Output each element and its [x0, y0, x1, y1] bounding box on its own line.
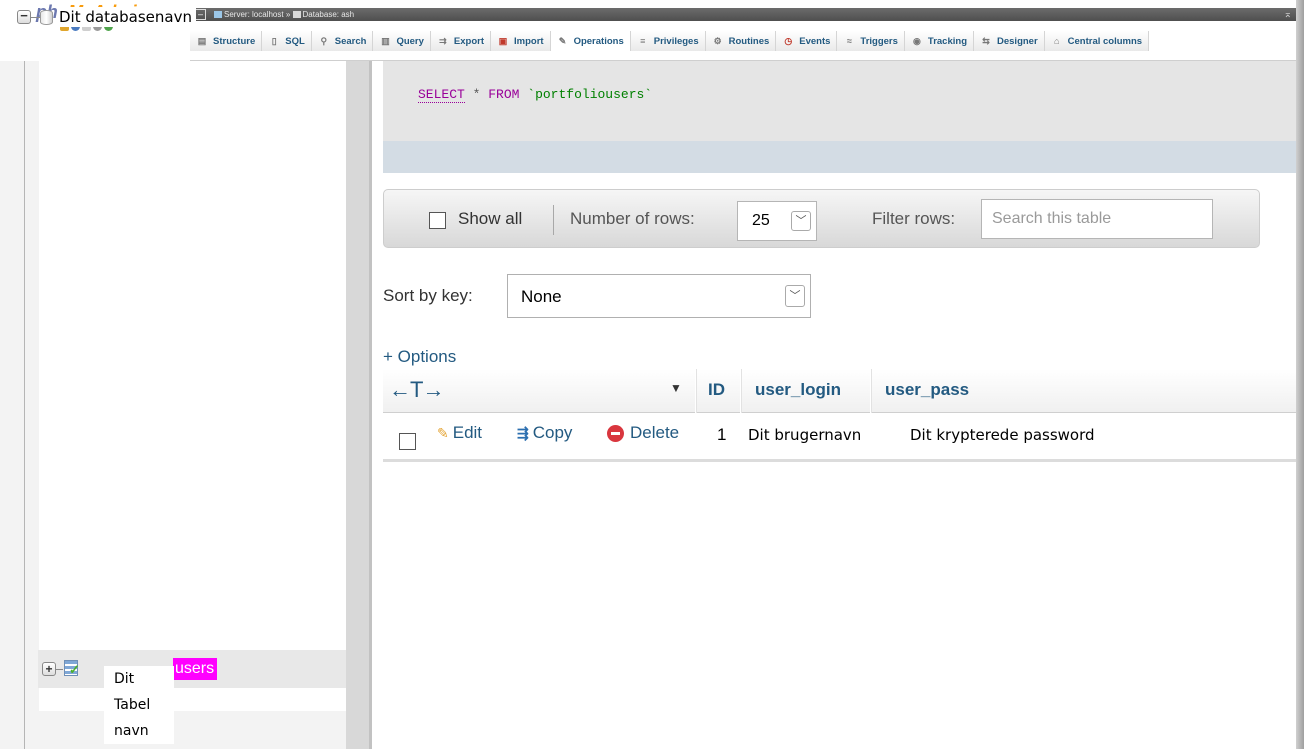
- tab-privileges[interactable]: ≡ Privileges: [630, 31, 706, 51]
- top-bar: – Server: localhost » Database: ash ⌅: [190, 8, 1296, 21]
- collapse-icon[interactable]: −: [17, 9, 31, 24]
- sort-by-key-select[interactable]: None ﹀: [507, 274, 811, 318]
- query-icon: ▥: [381, 36, 390, 46]
- show-all-label[interactable]: Show all: [458, 209, 522, 229]
- breadcrumb-server[interactable]: Server: localhost: [224, 10, 284, 19]
- tab-central-columns[interactable]: ⌂ Central columns: [1044, 31, 1150, 51]
- designer-icon: ⇆: [982, 36, 990, 46]
- column-header-user-login[interactable]: user_login: [755, 380, 841, 400]
- sort-toggle-icon[interactable]: ▼: [670, 381, 682, 395]
- tree-connector: [56, 669, 63, 670]
- tree-connector: [31, 16, 40, 18]
- triggers-icon: ≈: [846, 36, 852, 46]
- table-icon[interactable]: ✓: [64, 660, 80, 676]
- tab-import[interactable]: ▣ Import: [491, 31, 551, 51]
- sql-query-actions: [383, 141, 1296, 173]
- structure-icon: ▤: [197, 36, 207, 46]
- sql-icon: ▯: [271, 36, 277, 46]
- window-top-edge: [190, 0, 1296, 8]
- privileges-icon: ≡: [640, 36, 646, 46]
- table-tree-item[interactable]: + ✓ users: [38, 650, 346, 688]
- cell-user-pass: Dit krypterede password: [910, 426, 1095, 444]
- column-header-id[interactable]: ID: [708, 380, 725, 400]
- database-icon: [292, 11, 301, 18]
- filter-rows-input[interactable]: [981, 199, 1213, 239]
- delete-link[interactable]: Delete: [607, 423, 679, 443]
- main-content: SELECT * FROM `portfoliousers` Show all …: [383, 61, 1296, 749]
- rows-select[interactable]: 25 ﹀: [737, 201, 817, 241]
- menu-bar: ▤ Structure ▯ SQL ⚲ Search ▥ Query ⇉ Export ▣…: [190, 21, 1296, 61]
- sql-query-box: SELECT * FROM `portfoliousers`: [383, 61, 1296, 141]
- results-navigation-bar: Show all Number of rows: 25 ﹀ Filter row…: [383, 189, 1260, 248]
- column-arrows[interactable]: ←T→: [389, 377, 444, 403]
- navigation-panel: [0, 61, 372, 749]
- central-columns-icon: ⌂: [1053, 36, 1060, 46]
- sql-table: `portfoliousers`: [527, 87, 653, 102]
- nav-resizer-edge: [369, 61, 372, 749]
- rows-value: 25: [752, 212, 770, 229]
- operations-icon: ✎: [558, 36, 567, 46]
- window-right-edge: [1296, 0, 1304, 749]
- import-icon: ▣: [498, 36, 508, 46]
- breadcrumb-database[interactable]: Database: ash: [303, 10, 355, 19]
- database-tree-item[interactable]: − Dit databasenavn: [17, 5, 196, 29]
- tab-tracking[interactable]: ◉ Tracking: [904, 31, 974, 51]
- tab-events[interactable]: ◷ Events: [776, 31, 838, 51]
- routines-icon: ⚙: [713, 36, 722, 46]
- table-row: ✎ Edit ⇶ Copy Delete 1 Dit brugernavn Dit …: [383, 413, 1296, 462]
- tab-designer[interactable]: ⇆ Designer: [974, 31, 1045, 51]
- column-divider: [695, 369, 696, 413]
- options-link[interactable]: + Options: [383, 347, 456, 367]
- tab-routines[interactable]: ⚙ Routines: [705, 31, 777, 51]
- sql-query: SELECT * FROM `portfoliousers`: [418, 87, 653, 103]
- column-divider: [740, 369, 741, 413]
- filter-label: Filter rows:: [872, 209, 956, 228]
- sql-keyword-from: FROM: [488, 87, 520, 102]
- chevron-down-icon: ﹀: [791, 211, 811, 231]
- sort-by-key-value: None: [521, 287, 562, 306]
- cell-user-login: Dit brugernavn: [748, 426, 862, 444]
- tracking-icon: ◉: [912, 36, 921, 46]
- table-name-annotation: Dit Tabel navn: [104, 666, 174, 744]
- cell-id: 1: [717, 425, 727, 444]
- server-icon: [214, 11, 222, 18]
- database-name[interactable]: Dit databasenavn: [57, 7, 196, 27]
- column-header-user-pass[interactable]: user_pass: [885, 380, 969, 400]
- tree-line: [24, 61, 25, 749]
- table-name[interactable]: users: [173, 658, 218, 680]
- copy-icon: ⇶: [517, 424, 529, 441]
- tab-search[interactable]: ⚲ Search: [311, 31, 374, 51]
- events-icon: ◷: [784, 36, 793, 46]
- tab-query[interactable]: ▥ Query: [373, 31, 431, 51]
- database-icon: [40, 9, 53, 25]
- tab-structure[interactable]: ▤ Structure: [190, 31, 263, 51]
- breadcrumb-separator: »: [285, 10, 291, 19]
- tab-triggers[interactable]: ≈ Triggers: [837, 31, 905, 51]
- show-all-checkbox[interactable]: [429, 212, 446, 229]
- tab-sql[interactable]: ▯ SQL: [262, 31, 312, 51]
- delete-icon: [607, 424, 624, 442]
- sql-star: *: [472, 87, 481, 102]
- divider: [553, 205, 554, 235]
- search-icon: ⚲: [320, 36, 328, 46]
- pencil-icon: ✎: [437, 424, 449, 441]
- row-checkbox[interactable]: [399, 433, 416, 450]
- tab-operations[interactable]: ✎ Operations: [550, 31, 631, 51]
- column-divider: [870, 369, 871, 413]
- tab-export[interactable]: ⇉ Export: [430, 31, 492, 51]
- copy-link[interactable]: ⇶ Copy: [517, 423, 572, 443]
- menu-tabs: ▤ Structure ▯ SQL ⚲ Search ▥ Query ⇉ Export ▣…: [190, 31, 1150, 51]
- rows-label: Number of rows:: [570, 209, 695, 228]
- maximize-icon[interactable]: ⌅: [1284, 8, 1292, 21]
- export-icon: ⇉: [439, 36, 447, 46]
- chevron-down-icon: ﹀: [785, 285, 805, 307]
- expand-icon[interactable]: +: [42, 662, 56, 676]
- table-header: ←T→ ▼ ID user_login user_pass: [383, 369, 1296, 413]
- breadcrumb: Server: localhost » Database: ash: [214, 8, 354, 21]
- sql-keyword-select[interactable]: SELECT: [418, 87, 465, 103]
- collapse-nav-button[interactable]: –: [195, 9, 206, 20]
- navigation-tree: [39, 61, 346, 711]
- edit-link[interactable]: ✎ Edit: [437, 423, 482, 443]
- sort-by-key-label: Sort by key:: [383, 286, 473, 305]
